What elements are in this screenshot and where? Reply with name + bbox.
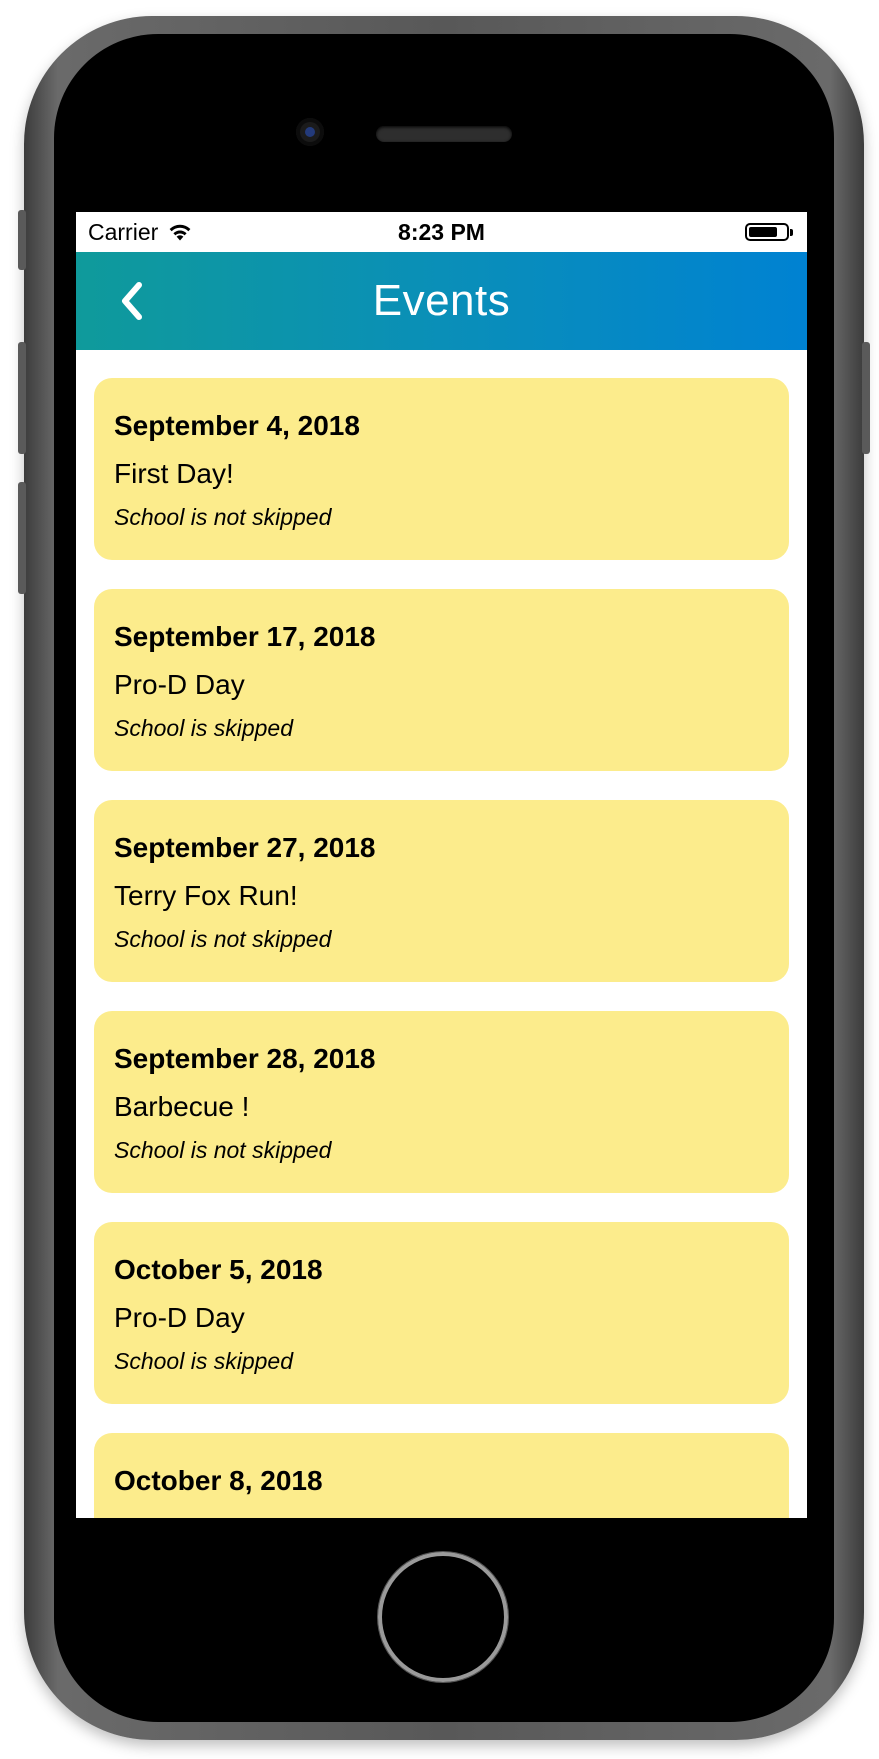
event-name: Pro-D Day (114, 1302, 245, 1333)
back-button[interactable] (112, 280, 152, 322)
event-card[interactable]: October 5, 2018 Pro-D Day School is skip… (94, 1222, 789, 1404)
event-card[interactable]: September 28, 2018 Barbecue ! School is … (94, 1011, 789, 1193)
event-name: Pro-D Day (114, 669, 245, 700)
event-date: October 8, 2018 (114, 1465, 323, 1496)
event-note: School is not skipped (114, 926, 332, 952)
event-card[interactable]: September 17, 2018 Pro-D Day School is s… (94, 589, 789, 771)
event-card[interactable]: September 4, 2018 First Day! School is n… (94, 378, 789, 560)
earpiece-speaker (376, 126, 512, 142)
carrier-label: Carrier (88, 218, 159, 245)
home-button[interactable] (378, 1552, 508, 1682)
event-date: September 17, 2018 (114, 621, 376, 652)
event-date: September 4, 2018 (114, 410, 360, 441)
event-card[interactable]: October 8, 2018 (94, 1433, 789, 1518)
event-card[interactable]: September 27, 2018 Terry Fox Run! School… (94, 800, 789, 982)
event-note: School is skipped (114, 715, 293, 741)
power-button (862, 342, 870, 454)
wifi-icon (169, 224, 191, 241)
mute-switch (18, 210, 26, 270)
events-list: September 4, 2018 First Day! School is n… (76, 350, 807, 1518)
event-date: September 27, 2018 (114, 832, 376, 863)
chevron-left-icon (122, 282, 142, 320)
app-screen: Carrier 8:23 PM Events September 4, 2018… (76, 212, 807, 1518)
event-date: October 5, 2018 (114, 1254, 323, 1285)
event-name: Terry Fox Run! (114, 880, 298, 911)
event-note: School is not skipped (114, 504, 332, 530)
event-name: First Day! (114, 458, 234, 489)
event-name: Barbecue ! (114, 1091, 250, 1122)
page-title: Events (372, 276, 511, 325)
event-note: School is skipped (114, 1348, 293, 1374)
navigation-bar: Events (76, 252, 807, 350)
battery-icon (745, 223, 793, 241)
event-date: September 28, 2018 (114, 1043, 376, 1074)
volume-up-button (18, 342, 26, 454)
front-camera (296, 118, 324, 146)
status-bar: Carrier 8:23 PM (76, 212, 807, 252)
volume-down-button (18, 482, 26, 594)
event-note: School is not skipped (114, 1137, 332, 1163)
